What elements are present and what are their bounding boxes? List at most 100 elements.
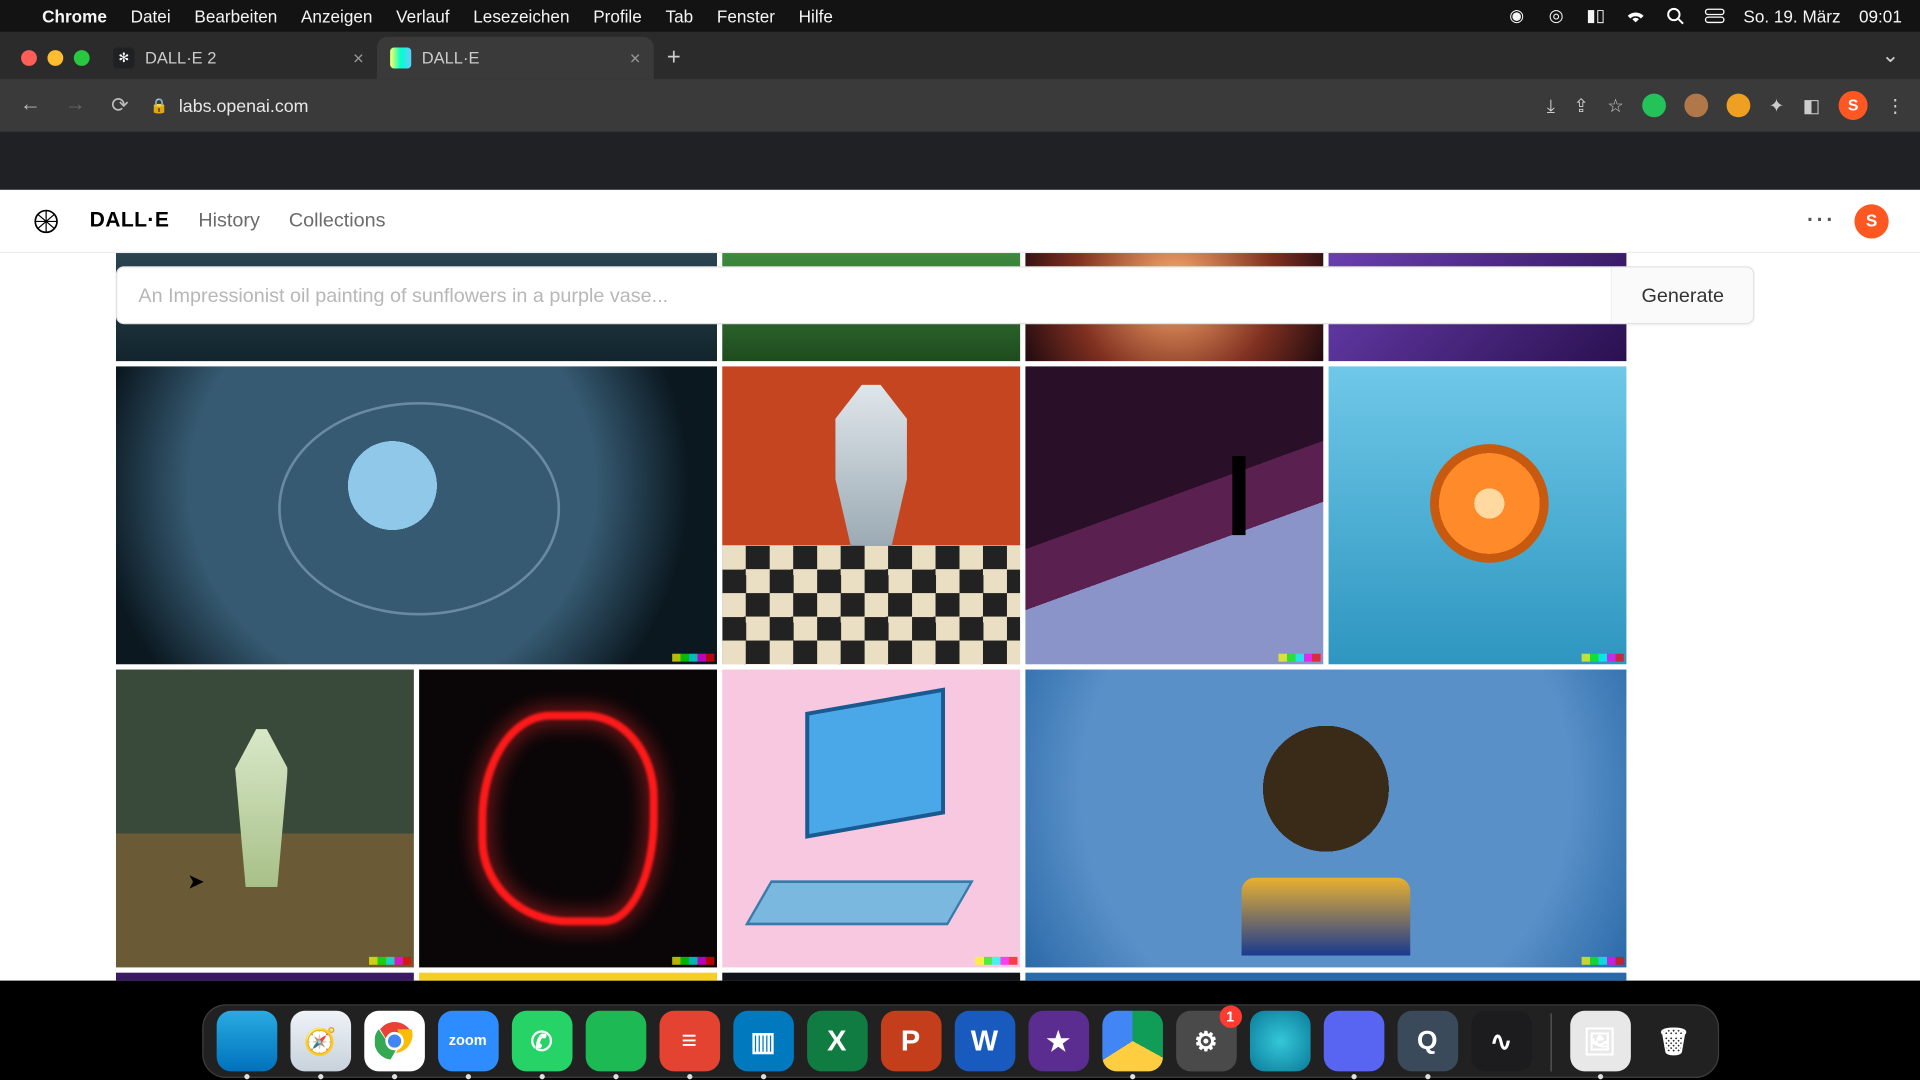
image-gallery xyxy=(116,253,1804,981)
extension-2-icon[interactable] xyxy=(1684,94,1708,118)
extension-3-icon[interactable] xyxy=(1727,94,1751,118)
spotlight-icon[interactable] xyxy=(1664,5,1685,26)
dock-app-zoom[interactable]: zoom xyxy=(437,1011,498,1072)
address-bar[interactable]: 🔒 labs.openai.com xyxy=(150,96,1531,116)
menu-profile[interactable]: Profile xyxy=(593,6,642,26)
gallery-row-peek-bottom xyxy=(116,973,1804,981)
reload-button[interactable]: ⟳ xyxy=(105,92,134,118)
dock-app-todoist[interactable]: ≡ xyxy=(659,1011,720,1072)
wifi-icon[interactable] xyxy=(1625,5,1646,26)
gallery-tile[interactable] xyxy=(1025,973,1626,981)
back-button[interactable]: ← xyxy=(16,94,45,118)
battery-icon[interactable]: ▮▯ xyxy=(1585,5,1606,26)
gallery-tile-retro-computer[interactable] xyxy=(722,670,1020,968)
profile-avatar[interactable]: S xyxy=(1839,91,1868,120)
sidepanel-icon[interactable]: ◧ xyxy=(1803,94,1820,116)
tab-close-icon[interactable]: × xyxy=(630,47,641,68)
menu-bearbeiten[interactable]: Bearbeiten xyxy=(194,6,277,26)
stop-record-icon[interactable]: ◎ xyxy=(1546,5,1567,26)
openai-favicon-icon: ✻ xyxy=(113,47,134,68)
user-avatar[interactable]: S xyxy=(1854,204,1888,238)
gallery-tile-orange[interactable] xyxy=(1329,366,1627,664)
gallery-tile-neon-face[interactable] xyxy=(419,670,717,968)
dock-app-word[interactable]: W xyxy=(954,1011,1015,1072)
macos-dock-wrap: 🧭 zoom✆ ≡▥XPW★ ⚙1 Q∿ 🖼🗑 xyxy=(0,1004,1920,1078)
gallery-tile[interactable] xyxy=(116,973,414,981)
dock-app-powerpoint[interactable]: P xyxy=(880,1011,941,1072)
prompt-input[interactable] xyxy=(117,284,1611,306)
tab-title: DALL·E xyxy=(422,49,480,67)
dalle-page: DALL·E History Collections ··· S Generat… xyxy=(0,190,1920,981)
nav-history[interactable]: History xyxy=(198,210,260,232)
more-menu-icon[interactable]: ··· xyxy=(1807,209,1836,233)
prompt-bar: Generate xyxy=(116,266,1754,324)
dock-app-drive[interactable] xyxy=(1102,1011,1163,1072)
tab-overflow-icon[interactable]: ⌄ xyxy=(1860,42,1920,79)
gallery-tile-silhouette-dunes[interactable] xyxy=(1025,366,1323,664)
url-text: labs.openai.com xyxy=(179,96,309,116)
chrome-menu-icon[interactable]: ⋮ xyxy=(1886,94,1904,116)
menubar-date[interactable]: So. 19. März xyxy=(1743,6,1840,26)
tab-strip: ✻ DALL·E 2 × DALL·E × + ⌄ xyxy=(0,32,1920,79)
menu-tab[interactable]: Tab xyxy=(666,6,694,26)
menu-datei[interactable]: Datei xyxy=(131,6,171,26)
dock-app-siri[interactable] xyxy=(1249,1011,1310,1072)
nav-collections[interactable]: Collections xyxy=(289,210,386,232)
openai-logo-icon[interactable] xyxy=(32,206,61,235)
dock-app-settings[interactable]: ⚙1 xyxy=(1175,1011,1236,1072)
page-content: Generate xyxy=(0,253,1920,981)
dock-app-voice-memos[interactable]: ∿ xyxy=(1471,1011,1532,1072)
screen-record-icon[interactable]: ◉ xyxy=(1506,5,1527,26)
control-center-icon[interactable] xyxy=(1704,5,1725,26)
dock-app-trash[interactable]: 🗑 xyxy=(1643,1011,1704,1072)
tab-dalle[interactable]: DALL·E × xyxy=(377,37,654,79)
gallery-tile-robot-chess[interactable] xyxy=(722,366,1020,664)
window-zoom-icon[interactable] xyxy=(74,50,90,66)
dock-app-spotify[interactable] xyxy=(585,1011,646,1072)
menu-lesezeichen[interactable]: Lesezeichen xyxy=(473,6,569,26)
lock-icon[interactable]: 🔒 xyxy=(150,97,168,114)
dock-app-trello[interactable]: ▥ xyxy=(733,1011,794,1072)
install-app-icon[interactable]: ⤓ xyxy=(1547,94,1555,116)
dock-separator xyxy=(1550,1013,1551,1071)
tab-close-icon[interactable]: × xyxy=(353,47,364,68)
brand-name[interactable]: DALL·E xyxy=(90,209,170,233)
gallery-tile-fish-bowl[interactable] xyxy=(116,366,717,664)
bookmark-star-icon[interactable]: ☆ xyxy=(1607,94,1624,116)
gallery-tile[interactable] xyxy=(722,973,1020,981)
share-icon[interactable]: ⇪ xyxy=(1573,94,1588,116)
colorbar-icon xyxy=(1278,654,1320,662)
window-minimize-icon[interactable] xyxy=(47,50,63,66)
menubar-app-name[interactable]: Chrome xyxy=(42,6,107,26)
new-tab-button[interactable]: + xyxy=(654,43,694,79)
dock-app-safari[interactable]: 🧭 xyxy=(290,1011,351,1072)
extensions-puzzle-icon[interactable]: ✦ xyxy=(1769,94,1784,116)
dock-app-discord[interactable] xyxy=(1323,1011,1384,1072)
gallery-tile-football-portrait[interactable] xyxy=(1025,670,1626,968)
gallery-tile-astronaut[interactable] xyxy=(116,670,414,968)
gallery-tile[interactable] xyxy=(419,973,717,981)
dock-app-imovie[interactable]: ★ xyxy=(1028,1011,1089,1072)
dock-app-whatsapp[interactable]: ✆ xyxy=(511,1011,572,1072)
menu-anzeigen[interactable]: Anzeigen xyxy=(301,6,372,26)
dock-app-chrome[interactable] xyxy=(364,1011,425,1072)
generate-button[interactable]: Generate xyxy=(1611,268,1753,323)
menu-hilfe[interactable]: Hilfe xyxy=(799,6,833,26)
tab-title: DALL·E 2 xyxy=(145,49,216,67)
dock-badge: 1 xyxy=(1219,1006,1241,1028)
dock-app-finder[interactable] xyxy=(216,1011,277,1072)
dock-app-preview[interactable]: 🖼 xyxy=(1570,1011,1631,1072)
window-controls xyxy=(16,50,100,79)
menu-verlauf[interactable]: Verlauf xyxy=(396,6,449,26)
dock-app-quicktime[interactable]: Q xyxy=(1397,1011,1458,1072)
dock-app-excel[interactable]: X xyxy=(806,1011,867,1072)
window-close-icon[interactable] xyxy=(21,50,37,66)
macos-dock: 🧭 zoom✆ ≡▥XPW★ ⚙1 Q∿ 🖼🗑 xyxy=(201,1004,1718,1078)
extension-shield-icon[interactable] xyxy=(1642,94,1666,118)
tab-dalle2[interactable]: ✻ DALL·E 2 × xyxy=(100,37,377,79)
menubar-time[interactable]: 09:01 xyxy=(1859,6,1902,26)
bookmarks-bar-area xyxy=(0,132,1920,190)
colorbar-icon xyxy=(369,957,411,965)
macos-menubar: Chrome Datei Bearbeiten Anzeigen Verlauf… xyxy=(0,0,1920,32)
menu-fenster[interactable]: Fenster xyxy=(717,6,775,26)
